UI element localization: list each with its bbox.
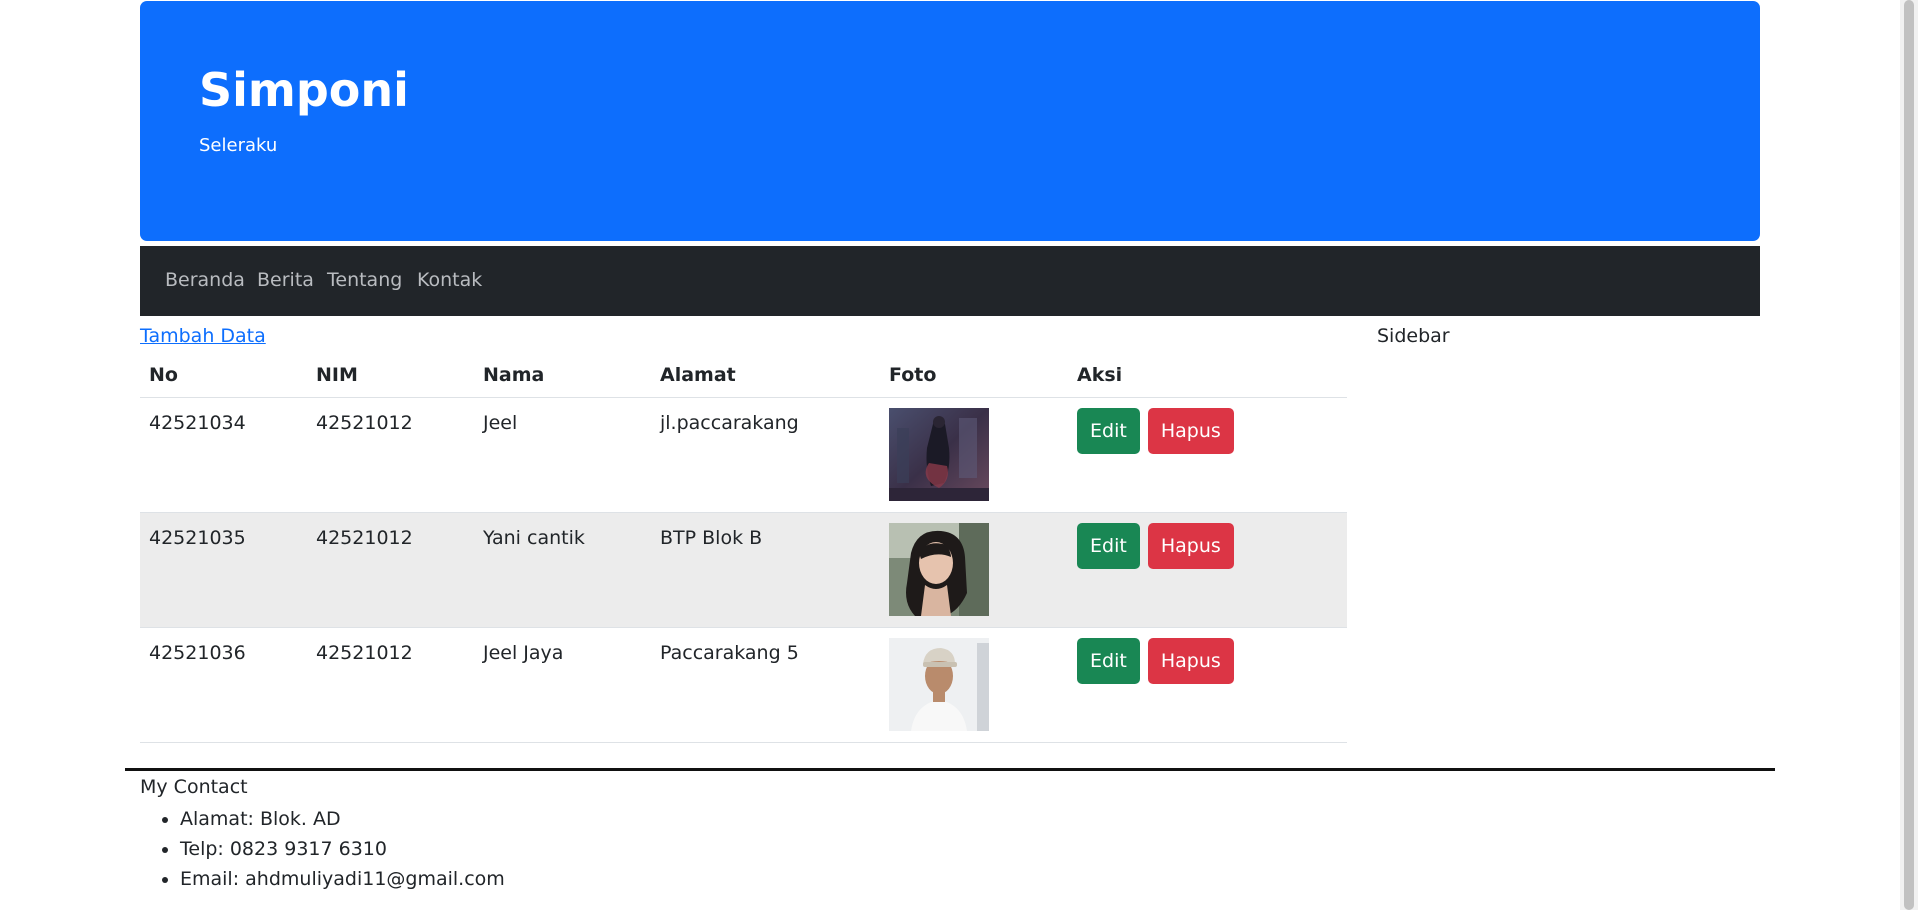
edit-button[interactable]: Edit [1077,523,1140,569]
cell-aksi: Edit Hapus [1068,627,1347,743]
site-subtitle: Seleraku [199,135,278,156]
cell-alamat: Paccarakang 5 [651,627,880,743]
cell-aksi: Edit Hapus [1068,397,1347,513]
contact-phone: Telp: 0823 9317 6310 [180,834,505,864]
nav-item-tentang[interactable]: Tentang [327,269,402,291]
cell-nim-text: 42521012 [316,642,413,664]
column-header-foto: Foto [880,352,1068,398]
navbar: Beranda Berita Tentang Kontak [140,246,1760,316]
data-table: No NIM Nama Alamat Foto Aksi 42521034 42… [140,352,1347,743]
cell-nama-text: Jeel Jaya [483,642,564,664]
cell-alamat-text: jl.paccarakang [660,412,799,434]
woman-portrait-photo [889,523,989,616]
cell-no: 42521034 [140,397,307,513]
cell-no: 42521036 [140,627,307,743]
header-banner: Simponi Seleraku [140,1,1760,241]
dark-figure-photo [889,408,989,501]
man-cap-portrait-photo [889,638,989,731]
cell-alamat: jl.paccarakang [651,397,880,513]
column-header-no: No [140,352,307,398]
column-header-nim: NIM [307,352,474,398]
nav-item-beranda[interactable]: Beranda [165,269,245,291]
cell-nim-text: 42521012 [316,527,413,549]
cell-no-text: 42521036 [149,642,246,664]
footer-divider [125,768,1775,771]
column-header-alamat: Alamat [651,352,880,398]
cell-no-text: 42521035 [149,527,246,549]
cell-nama: Jeel [474,397,651,513]
table-row: 42521035 42521012 Yani cantik BTP Blok B [140,512,1347,628]
table-row: 42521034 42521012 Jeel jl.paccarakang Ed… [140,397,1347,513]
edit-button[interactable]: Edit [1077,408,1140,454]
cell-no-text: 42521034 [149,412,246,434]
cell-nim: 42521012 [307,397,474,513]
scrollbar-thumb[interactable] [1904,0,1914,910]
cell-foto [880,397,1068,513]
column-header-aksi: Aksi [1068,352,1347,398]
contact-email: Email: ahdmuliyadi11@gmail.com [180,864,505,894]
delete-button[interactable]: Hapus [1147,408,1234,454]
cell-nama: Jeel Jaya [474,627,651,743]
edit-button[interactable]: Edit [1077,638,1140,684]
cell-nama-text: Jeel [483,412,518,434]
cell-foto [880,512,1068,628]
nav-item-kontak[interactable]: Kontak [417,269,482,291]
cell-no: 42521035 [140,512,307,628]
cell-alamat-text: Paccarakang 5 [660,642,799,664]
delete-button[interactable]: Hapus [1147,523,1234,569]
cell-nim-text: 42521012 [316,412,413,434]
cell-alamat: BTP Blok B [651,512,880,628]
add-data-link[interactable]: Tambah Data [140,325,266,347]
site-title: Simponi [199,63,409,117]
contact-address: Alamat: Blok. AD [180,804,505,834]
table-row: 42521036 42521012 Jeel Jaya Paccarakang … [140,627,1347,743]
vertical-scrollbar[interactable] [1900,0,1918,910]
contact-list: Alamat: Blok. AD Telp: 0823 9317 6310 Em… [140,804,505,894]
cell-nama-text: Yani cantik [483,527,585,549]
delete-button[interactable]: Hapus [1147,638,1234,684]
footer-title: My Contact [140,776,248,798]
cell-foto [880,627,1068,743]
cell-nim: 42521012 [307,627,474,743]
nav-item-berita[interactable]: Berita [257,269,314,291]
cell-nama: Yani cantik [474,512,651,628]
column-header-nama: Nama [474,352,651,398]
cell-alamat-text: BTP Blok B [660,527,763,549]
cell-nim: 42521012 [307,512,474,628]
sidebar-label: Sidebar [1377,325,1450,347]
cell-aksi: Edit Hapus [1068,512,1347,628]
table-header-row: No NIM Nama Alamat Foto Aksi [140,352,1347,398]
